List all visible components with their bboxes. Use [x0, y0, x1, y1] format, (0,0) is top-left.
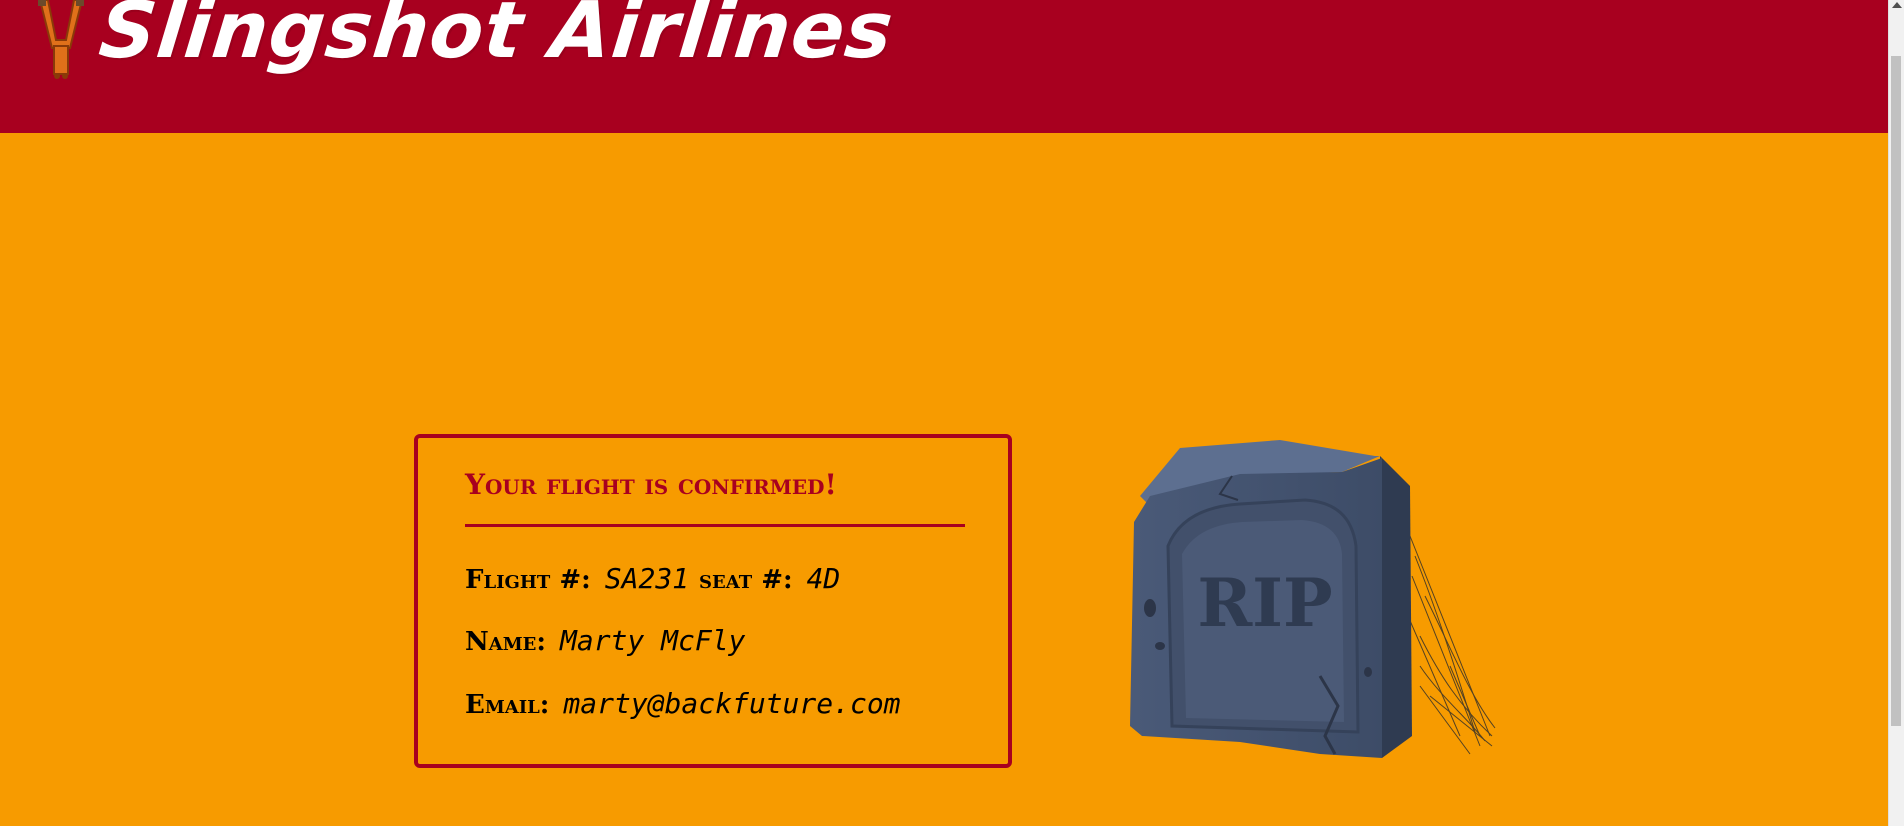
tombstone-icon: RIP [1130, 440, 1496, 758]
confirmation-card: Your flight is confirmed! Flight #: SA231… [414, 434, 1012, 768]
brand-title[interactable]: Slingshot Airlines [95, 0, 897, 76]
name-label: Name: [465, 627, 546, 657]
email-row: Email: marty@backfuture.com [465, 687, 911, 720]
page-scrollbar[interactable] [1888, 0, 1904, 826]
flight-number: SA231 [604, 562, 690, 595]
tombstone-rip-text: RIP [1197, 564, 1332, 642]
flight-label: Flight #: [465, 565, 591, 595]
scroll-up-arrow-icon[interactable] [1892, 2, 1902, 8]
seat-label: seat #: [699, 565, 793, 595]
flight-row: Flight #: SA231 seat #: 4D [465, 562, 850, 595]
confirmation-title: Your flight is confirmed! [465, 468, 837, 501]
site-header: Slingshot Airlines [0, 0, 1889, 133]
title-divider [465, 524, 965, 527]
name-row: Name: Marty McFly [465, 624, 755, 657]
passenger-name: Marty McFly [559, 624, 746, 657]
passenger-email: marty@backfuture.com [563, 687, 901, 720]
slingshot-logo-icon[interactable] [26, 0, 88, 82]
scrollbar-thumb[interactable] [1891, 56, 1901, 726]
email-label: Email: [465, 690, 550, 720]
seat-number: 4D [806, 562, 841, 595]
